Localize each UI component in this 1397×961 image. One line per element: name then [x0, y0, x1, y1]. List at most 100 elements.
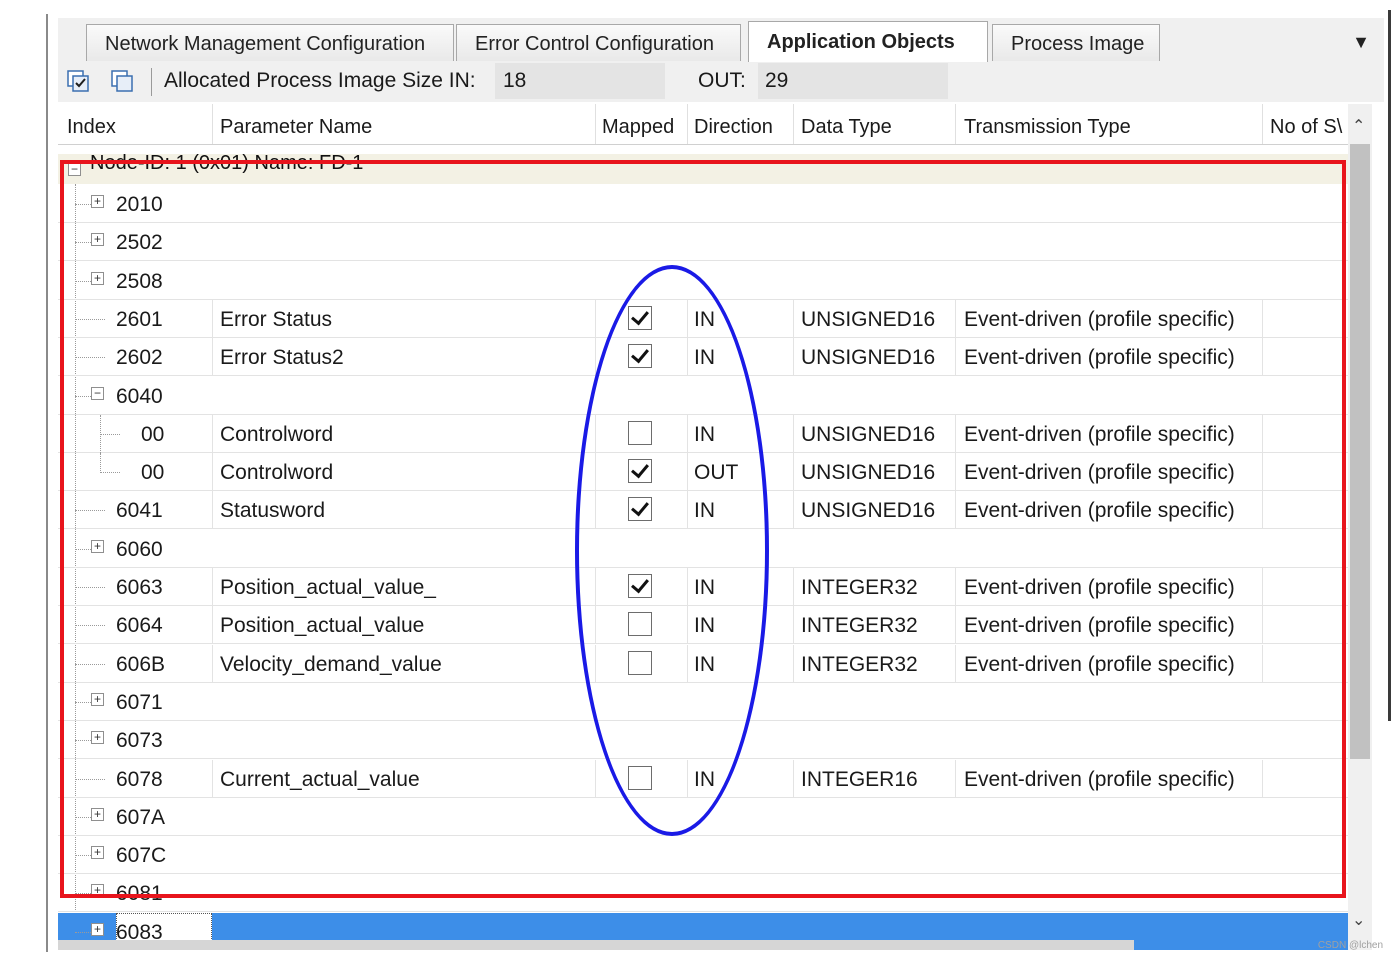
expand-icon[interactable]: + [91, 195, 104, 208]
out-value: 29 [765, 69, 789, 92]
cell-parameter-name: Controlword [220, 461, 334, 485]
expand-icon[interactable]: + [91, 539, 104, 553]
mapped-checkbox[interactable] [628, 497, 652, 522]
cell-separator [687, 414, 688, 453]
watermark: CSDN @lchen [1317, 940, 1383, 951]
cell-separator [595, 338, 596, 377]
table-row[interactable]: +2010 [58, 185, 1348, 223]
chevron-down-icon[interactable]: ▼ [1352, 32, 1370, 53]
expand-icon[interactable]: + [91, 884, 104, 898]
vertical-scroll-thumb[interactable] [1350, 144, 1370, 759]
table-row[interactable]: +607C [58, 836, 1348, 875]
column-parameter-name[interactable]: Parameter Name [220, 116, 372, 139]
window-right-border [1388, 10, 1391, 721]
window-left-border [46, 14, 48, 952]
cell-index: 2502 [116, 231, 163, 255]
tree-connector-line [75, 855, 91, 857]
cell-separator [1262, 644, 1263, 683]
table-row[interactable]: 6064 Position_actual_value IN INTEGER32 Even… [58, 606, 1348, 645]
collapse-icon[interactable]: − [91, 386, 104, 400]
collapse-node-icon[interactable]: − [68, 163, 81, 176]
mapped-checkbox[interactable] [628, 459, 652, 484]
cell-separator [595, 491, 596, 530]
cell-separator [687, 338, 688, 377]
table-row[interactable]: +6073 [58, 721, 1348, 760]
table-row[interactable]: 00 Controlword IN UNSIGNED16 Event-driven (p… [58, 414, 1348, 453]
column-direction[interactable]: Direction [694, 116, 773, 139]
cell-separator [212, 299, 213, 338]
cell-data-type: INTEGER32 [801, 652, 918, 676]
column-index[interactable]: Index [67, 116, 116, 139]
table-row[interactable]: +2502 [58, 223, 1348, 262]
cell-transmission-type: Event-driven (profile specific) [964, 614, 1235, 638]
cell-index: 00 [141, 422, 165, 446]
mapped-checkbox[interactable] [628, 305, 652, 330]
mapped-checkbox[interactable] [628, 612, 652, 637]
tab-process-image[interactable]: Process Image [992, 24, 1160, 61]
table-row[interactable]: +607A [58, 798, 1348, 836]
table-row[interactable]: 6063 Position_actual_value_ IN INTEGER32 Eve… [58, 568, 1348, 606]
column-separator [212, 104, 213, 144]
cell-separator [212, 338, 213, 377]
grid-header: Index Parameter Name Mapped Direction Da… [58, 104, 1348, 145]
expand-icon[interactable]: + [91, 846, 104, 860]
table-row[interactable]: +2508 [58, 262, 1348, 300]
cell-separator [595, 414, 596, 453]
column-mapped[interactable]: Mapped [602, 116, 674, 139]
scroll-down-icon[interactable]: ⌄ [1352, 910, 1365, 930]
cell-index: 2508 [116, 269, 163, 293]
cell-transmission-type: Event-driven (profile specific) [964, 346, 1235, 370]
cell-data-type: UNSIGNED16 [801, 346, 936, 370]
allocated-size-label: Allocated Process Image Size IN: [164, 69, 476, 92]
horizontal-scrollbar[interactable] [58, 940, 1134, 950]
table-row[interactable]: +6060 [58, 530, 1348, 568]
tab-network-management[interactable]: Network Management Configuration [86, 24, 454, 61]
column-no-of-sync[interactable]: No of S\ [1270, 116, 1342, 139]
tree-connector-line [75, 931, 91, 933]
table-row[interactable]: +6081 [58, 874, 1348, 913]
table-row[interactable]: 2602 Error Status2 IN UNSIGNED16 Event-drive… [58, 338, 1348, 377]
mapped-checkbox[interactable] [628, 344, 652, 369]
cell-parameter-name: Error Status2 [220, 346, 344, 370]
cell-data-type: UNSIGNED16 [801, 307, 936, 331]
expand-icon[interactable]: + [91, 807, 104, 821]
mapped-checkbox[interactable] [628, 574, 652, 598]
tab-error-control[interactable]: Error Control Configuration [456, 24, 741, 61]
checked-list-icon[interactable] [66, 69, 90, 93]
toolbar: Allocated Process Image Size IN: 18 OUT:… [58, 62, 1384, 102]
cell-separator [212, 568, 213, 606]
table-row[interactable]: 00 Controlword OUT UNSIGNED16 Event-driven (… [58, 453, 1348, 492]
cell-separator [1262, 568, 1263, 606]
table-row[interactable]: −6040 [58, 377, 1348, 415]
expand-icon[interactable]: + [91, 233, 104, 247]
application-objects-grid: Index Parameter Name Mapped Direction Da… [58, 104, 1348, 950]
expand-icon[interactable]: + [91, 731, 104, 745]
column-data-type[interactable]: Data Type [801, 116, 892, 139]
cell-separator [687, 759, 688, 798]
cell-separator [955, 299, 956, 338]
column-transmission-type[interactable]: Transmission Type [964, 116, 1131, 139]
copy-list-icon[interactable] [110, 69, 134, 93]
table-row[interactable]: 2601 Error Status IN UNSIGNED16 Event-driven… [58, 299, 1348, 338]
scroll-up-icon[interactable]: ⌃ [1352, 116, 1365, 136]
table-row[interactable]: 606B Velocity_demand_value IN INTEGER32 Even… [58, 644, 1348, 683]
table-row[interactable]: 6078 Current_actual_value IN INTEGER16 Event… [58, 759, 1348, 798]
mapped-checkbox[interactable] [628, 650, 652, 675]
mapped-checkbox[interactable] [628, 420, 652, 445]
tab-label: Application Objects [767, 31, 955, 53]
node-row[interactable]: − Node-ID: 1 (0x01) Name: FD-1 [58, 152, 1348, 184]
expand-icon[interactable]: + [91, 922, 104, 936]
cell-parameter-name: Position_actual_value [220, 614, 425, 638]
cell-separator [1262, 491, 1263, 530]
tab-application-objects[interactable]: Application Objects [748, 21, 988, 63]
expand-icon[interactable]: + [91, 692, 104, 706]
tree-connector-line [75, 280, 91, 282]
cell-separator [955, 338, 956, 377]
expand-icon[interactable]: + [91, 271, 104, 285]
mapped-checkbox[interactable] [628, 765, 652, 790]
tree-connector-line [75, 395, 91, 397]
vertical-scrollbar[interactable]: ⌃ ⌄ [1348, 104, 1372, 950]
cell-separator [687, 491, 688, 530]
table-row[interactable]: 6041 Statusword IN UNSIGNED16 Event-driven (… [58, 491, 1348, 530]
table-row[interactable]: +6071 [58, 683, 1348, 721]
